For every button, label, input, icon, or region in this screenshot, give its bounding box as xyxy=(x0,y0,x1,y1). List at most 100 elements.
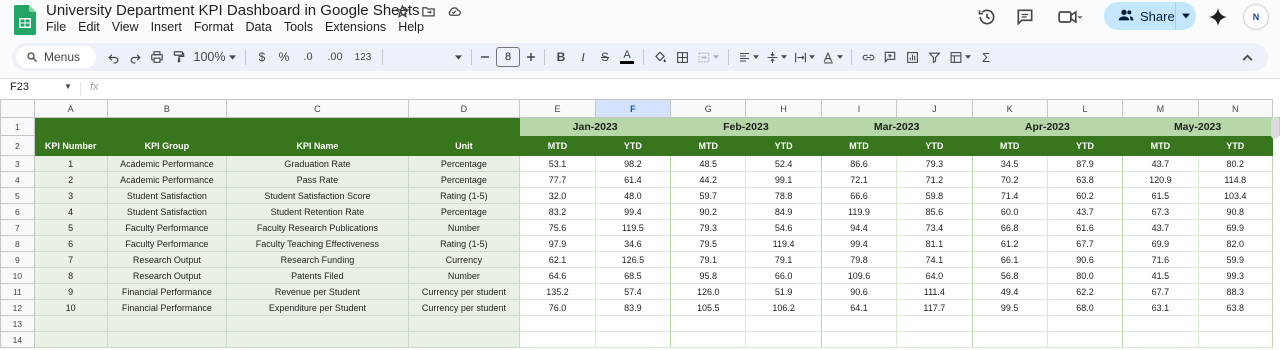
text-wrap-icon[interactable] xyxy=(790,43,818,71)
kpi-number-cell[interactable]: 10 xyxy=(33,299,108,316)
mtd-value-cell[interactable]: 67.7 xyxy=(1122,283,1199,300)
ytd-value-cell[interactable]: 106.2 xyxy=(745,299,822,316)
increase-font-size-button[interactable] xyxy=(523,43,539,71)
unit-cell[interactable]: Rating (1-5) xyxy=(407,187,521,204)
column-header-i[interactable]: I xyxy=(820,99,898,118)
ytd-value-cell[interactable]: 82.0 xyxy=(1197,235,1274,252)
version-history-icon[interactable] xyxy=(976,6,998,28)
ytd-value-cell[interactable]: 80.0 xyxy=(1046,267,1124,284)
mtd-value-cell[interactable]: 61.5 xyxy=(1122,187,1199,204)
row-header[interactable]: 7 xyxy=(0,219,35,236)
kpi-name-cell[interactable]: Expenditure per Student xyxy=(226,299,409,316)
text-rotation-icon[interactable] xyxy=(818,43,846,71)
header-unit[interactable]: Unit xyxy=(407,135,521,156)
unit-cell[interactable]: Percentage xyxy=(407,171,521,188)
borders-icon[interactable] xyxy=(671,43,693,71)
header-mtd[interactable]: MTD xyxy=(519,135,596,156)
mtd-value-cell[interactable]: 76.0 xyxy=(519,299,596,316)
sheets-logo-icon[interactable] xyxy=(14,5,36,35)
mtd-value-cell[interactable]: 135.2 xyxy=(519,283,596,300)
percent-format-button[interactable]: % xyxy=(273,43,295,71)
kpi-group-cell[interactable]: Research Output xyxy=(106,251,228,268)
decrease-decimal-button[interactable]: .0 xyxy=(295,43,321,71)
menu-format[interactable]: Format xyxy=(194,20,241,34)
empty-cell[interactable] xyxy=(226,331,409,348)
menu-view[interactable]: View xyxy=(112,20,146,34)
empty-cell[interactable] xyxy=(1046,315,1124,332)
merge-cells-icon[interactable] xyxy=(693,43,723,71)
header-band-cell[interactable] xyxy=(33,117,521,136)
unit-cell[interactable]: Rating (1-5) xyxy=(407,235,521,252)
kpi-name-cell[interactable]: Research Funding xyxy=(226,251,409,268)
mtd-value-cell[interactable]: 66.1 xyxy=(971,251,1048,268)
mtd-value-cell[interactable]: 60.0 xyxy=(971,203,1048,220)
ytd-value-cell[interactable]: 80.2 xyxy=(1197,155,1274,172)
column-header-c[interactable]: C xyxy=(226,99,409,118)
header-kpi-group[interactable]: KPI Group xyxy=(106,135,228,156)
unit-cell[interactable]: Percentage xyxy=(407,155,521,172)
share-dropdown-icon[interactable] xyxy=(1176,13,1196,19)
empty-cell[interactable] xyxy=(745,315,822,332)
ytd-value-cell[interactable]: 85.6 xyxy=(896,203,973,220)
mtd-value-cell[interactable]: 61.2 xyxy=(971,235,1048,252)
share-button[interactable]: Share xyxy=(1104,2,1196,30)
empty-cell[interactable] xyxy=(971,315,1048,332)
ytd-value-cell[interactable]: 90.8 xyxy=(1197,203,1274,220)
row-header[interactable]: 2 xyxy=(0,135,35,156)
column-header-l[interactable]: L xyxy=(1046,99,1124,118)
redo-icon[interactable] xyxy=(124,43,146,71)
empty-cell[interactable] xyxy=(226,315,409,332)
kpi-group-cell[interactable]: Academic Performance xyxy=(106,171,228,188)
empty-cell[interactable] xyxy=(1122,315,1199,332)
ytd-value-cell[interactable]: 87.9 xyxy=(1046,155,1124,172)
column-header-g[interactable]: G xyxy=(670,99,747,118)
kpi-number-cell[interactable]: 3 xyxy=(33,187,108,204)
ytd-value-cell[interactable]: 111.4 xyxy=(896,283,973,300)
mtd-value-cell[interactable]: 59.7 xyxy=(670,187,747,204)
ytd-value-cell[interactable]: 51.9 xyxy=(745,283,822,300)
mtd-value-cell[interactable]: 109.6 xyxy=(820,267,898,284)
header-kpi-name[interactable]: KPI Name xyxy=(226,135,409,156)
kpi-group-cell[interactable]: Student Satisfaction xyxy=(106,187,228,204)
mtd-value-cell[interactable]: 64.1 xyxy=(820,299,898,316)
vertical-align-icon[interactable] xyxy=(762,43,790,71)
mtd-value-cell[interactable]: 97.9 xyxy=(519,235,596,252)
mtd-value-cell[interactable]: 90.6 xyxy=(820,283,898,300)
row-header[interactable]: 10 xyxy=(0,267,35,284)
kpi-number-cell[interactable]: 2 xyxy=(33,171,108,188)
mtd-value-cell[interactable]: 43.7 xyxy=(1122,155,1199,172)
empty-cell[interactable] xyxy=(1122,331,1199,348)
ytd-value-cell[interactable]: 98.2 xyxy=(594,155,672,172)
mtd-value-cell[interactable]: 44.2 xyxy=(670,171,747,188)
mtd-value-cell[interactable]: 71.6 xyxy=(1122,251,1199,268)
mtd-value-cell[interactable]: 63.1 xyxy=(1122,299,1199,316)
kpi-group-cell[interactable]: Student Satisfaction xyxy=(106,203,228,220)
header-ytd[interactable]: YTD xyxy=(1197,135,1274,156)
mtd-value-cell[interactable]: 67.3 xyxy=(1122,203,1199,220)
ytd-value-cell[interactable]: 79.3 xyxy=(896,155,973,172)
column-header-j[interactable]: J xyxy=(896,99,973,118)
unit-cell[interactable]: Number xyxy=(407,219,521,236)
kpi-number-cell[interactable]: 5 xyxy=(33,219,108,236)
kpi-group-cell[interactable]: Research Output xyxy=(106,267,228,284)
row-header[interactable]: 9 xyxy=(0,251,35,268)
mtd-value-cell[interactable]: 43.7 xyxy=(1122,219,1199,236)
ytd-value-cell[interactable]: 59.8 xyxy=(896,187,973,204)
mtd-value-cell[interactable]: 48.5 xyxy=(670,155,747,172)
row-header[interactable]: 8 xyxy=(0,235,35,252)
empty-cell[interactable] xyxy=(594,315,672,332)
column-header-e[interactable]: E xyxy=(519,99,596,118)
ytd-value-cell[interactable]: 117.7 xyxy=(896,299,973,316)
row-header[interactable]: 5 xyxy=(0,187,35,204)
name-box[interactable]: F23 xyxy=(10,81,29,93)
mtd-value-cell[interactable]: 99.4 xyxy=(820,235,898,252)
kpi-number-cell[interactable]: 6 xyxy=(33,235,108,252)
ytd-value-cell[interactable]: 114.8 xyxy=(1197,171,1274,188)
bold-icon[interactable]: B xyxy=(550,43,572,71)
mtd-value-cell[interactable]: 79.3 xyxy=(670,219,747,236)
column-header-h[interactable]: H xyxy=(745,99,822,118)
mtd-value-cell[interactable]: 56.8 xyxy=(971,267,1048,284)
header-mtd[interactable]: MTD xyxy=(1122,135,1199,156)
empty-cell[interactable] xyxy=(407,331,521,348)
ytd-value-cell[interactable]: 99.1 xyxy=(745,171,822,188)
